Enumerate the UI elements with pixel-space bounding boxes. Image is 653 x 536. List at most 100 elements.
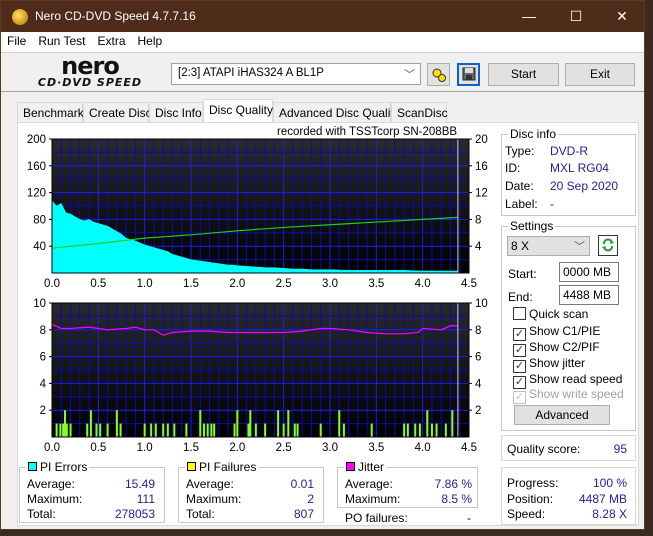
checkmark-icon: ✓	[513, 391, 526, 404]
pi-errors-title: PI Errors	[26, 460, 90, 474]
pi-failures-avg-value: 0.01	[290, 477, 314, 491]
pi-failure-bar	[150, 423, 153, 437]
x-tick-label: 0.5	[90, 278, 106, 290]
config-button[interactable]	[427, 63, 450, 86]
x-tick-label: 2.0	[229, 442, 245, 454]
pi-errors-max-value: 111	[136, 492, 155, 506]
y-tick-label: 120	[27, 188, 46, 200]
quick-scan-checkbox[interactable]: Quick scan	[513, 307, 588, 321]
x-tick-label: 4.5	[461, 442, 477, 454]
pi-failure-bar	[247, 423, 250, 437]
menu-run-test[interactable]: Run Test	[32, 32, 91, 50]
save-icon	[462, 67, 475, 81]
end-input[interactable]: 4488 MB	[559, 285, 619, 305]
end-label: End:	[508, 290, 533, 304]
pi-errors-total-label: Total:	[27, 507, 56, 521]
logo-speed-text: CD·DVD SPEED	[37, 76, 143, 89]
disc-id-label: ID:	[505, 161, 521, 175]
x-tick-label: 1.5	[183, 278, 199, 290]
quality-score-label: Quality score:	[507, 442, 581, 456]
menu-file[interactable]: File	[1, 32, 32, 50]
disc-type-label: Type:	[505, 144, 535, 158]
pi-failure-bar	[406, 423, 409, 437]
menu-extra[interactable]: Extra	[91, 32, 131, 50]
show-read-speed-label: Show read speed	[529, 372, 623, 386]
x-tick-label: 0.5	[90, 442, 106, 454]
pi-errors-avg-label: Average:	[27, 477, 75, 491]
speed-select-value: 8 X	[511, 239, 530, 253]
app-window: Nero CD-DVD Speed 4.7.7.16 — ☐ ✕ File Run…	[0, 0, 645, 530]
start-button[interactable]: Start	[488, 63, 559, 86]
tab-create-disc[interactable]: Create Disc	[83, 102, 152, 122]
jitter-group: Jitter Average: 7.86 % Maximum: 8.5 %	[337, 460, 478, 508]
y-tick-label: 160	[27, 161, 46, 173]
pi-errors-group: PI Errors Average: 15.49 Maximum: 111 To…	[19, 460, 165, 523]
pi-failures-avg-label: Average:	[186, 477, 234, 491]
minimize-button[interactable]: —	[506, 5, 552, 27]
pi-failure-bar	[213, 423, 216, 437]
pi-errors-avg-value: 15.49	[124, 477, 155, 491]
start-input[interactable]: 0000 MB	[559, 262, 619, 282]
position-label: Position:	[507, 492, 554, 506]
jitter-max-label: Maximum:	[345, 492, 401, 506]
tab-disc-quality[interactable]: Disc Quality	[203, 99, 273, 123]
tab-benchmark[interactable]: Benchmark	[17, 102, 84, 122]
disc-info-group: Disc info Type: DVD-R ID: MXL RG04 Date:…	[501, 127, 636, 216]
pi-failure-bar	[296, 423, 299, 437]
x-tick-label: 2.5	[276, 278, 292, 290]
y-tick-label: 40	[33, 241, 46, 253]
tab-disc-info[interactable]: Disc Info	[149, 102, 203, 122]
y2-tick-label: 4	[475, 241, 482, 253]
pi-failure-bar	[277, 410, 280, 437]
speed-select[interactable]: 8 X ﹀	[507, 236, 590, 256]
title-bar: Nero CD-DVD Speed 4.7.7.16 — ☐ ✕	[1, 1, 644, 32]
pi-failure-bar	[236, 410, 239, 437]
drive-select[interactable]: [2:3] ATAPI iHAS324 A BL1P ﹀	[171, 63, 421, 85]
disc-type-value: DVD-R	[550, 144, 588, 158]
show-c2-checkbox[interactable]: ✓ Show C2/PIF	[513, 340, 600, 357]
pi-failure-bar	[254, 423, 257, 437]
refresh-button[interactable]	[598, 235, 618, 256]
y-tick-label: 200	[27, 134, 46, 146]
pi-failure-bar	[338, 410, 341, 437]
y2-tick-label: 4	[475, 378, 482, 390]
close-button[interactable]: ✕	[599, 5, 645, 27]
pi-failure-bar	[444, 423, 447, 437]
settings-title: Settings	[508, 219, 556, 233]
menu-help[interactable]: Help	[132, 32, 169, 50]
config-icon	[432, 68, 446, 82]
pi-failure-bar	[342, 423, 345, 437]
pi-failure-bar	[287, 410, 290, 437]
show-jitter-checkbox[interactable]: ✓ Show jitter	[513, 356, 585, 373]
disc-info-title: Disc info	[508, 127, 559, 141]
tab-advanced-disc-quality[interactable]: Advanced Disc Quality	[273, 102, 400, 122]
x-tick-label: 4.5	[461, 278, 477, 290]
y2-tick-label: 8	[475, 325, 481, 337]
nero-logo: nero CD·DVD SPEED	[15, 54, 165, 91]
exit-button[interactable]: Exit	[565, 63, 635, 86]
disc-label-label: Label:	[505, 197, 538, 211]
advanced-button[interactable]: Advanced	[514, 405, 610, 425]
progress-group: Progress: 100 % Position: 4487 MB Speed:…	[501, 467, 636, 525]
pi-failures-jitter-chart: 0.0 0.5 1.0 1.5 2.0 2.5 3.0 3.5 4.0 4.5 2 4 6 8 10 2 4 6 8…	[33, 298, 488, 454]
refresh-icon	[602, 238, 614, 252]
y2-tick-label: 6	[475, 352, 481, 364]
pi-failure-bar	[293, 423, 296, 437]
tab-scandisc[interactable]: ScanDisc	[391, 102, 448, 122]
pi-failure-bar	[202, 423, 205, 437]
save-button[interactable]	[457, 63, 480, 86]
pi-failure-bar	[115, 410, 118, 437]
pi-failure-bar	[414, 423, 417, 437]
chevron-down-icon: ﹀	[404, 69, 415, 81]
maximize-button[interactable]: ☐	[553, 5, 599, 27]
x-tick-label: 3.5	[368, 278, 384, 290]
pi-failures-total-value: 807	[293, 507, 314, 521]
y-tick-label: 2	[40, 405, 46, 417]
pi-errors-title-text: PI Errors	[40, 460, 88, 474]
checkbox-box	[513, 307, 526, 320]
pi-failure-bar	[233, 423, 236, 437]
y-tick-label: 6	[40, 352, 46, 364]
show-c1-label: Show C1/PIE	[529, 324, 601, 338]
show-c1-checkbox[interactable]: ✓ Show C1/PIE	[513, 324, 600, 341]
settings-group: Settings 8 X ﹀ Start: 0000 MB End: 4488 …	[501, 219, 636, 431]
